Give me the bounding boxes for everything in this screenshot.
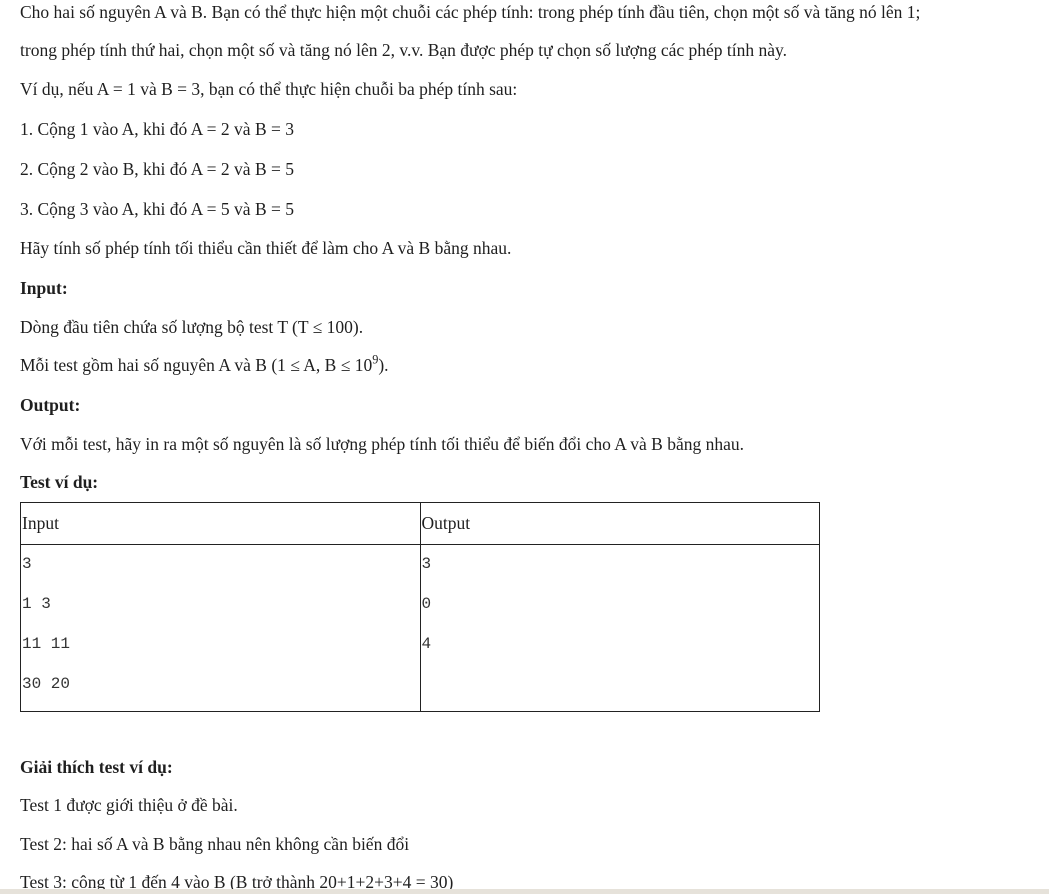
- sample-input-cell: 3 1 3 11 11 30 20: [20, 544, 421, 712]
- explanation-line-2: Test 2: hai số A và B bằng nhau nên khôn…: [20, 834, 410, 854]
- input-line-2: Mỗi test gồm hai số nguyên A và B (1 ≤ A…: [20, 353, 389, 377]
- sample-output-line: 0: [421, 595, 432, 613]
- sample-col-input-header: Input: [20, 502, 421, 545]
- input-line-1: Dòng đầu tiên chứa số lượng bộ test T (T…: [20, 317, 364, 337]
- sample-input-line: 1 3: [22, 595, 51, 613]
- sample-heading: Test ví dụ:: [20, 472, 99, 492]
- explanation-line-1: Test 1 được giới thiệu ở đề bài.: [20, 795, 238, 815]
- step-3: 3. Cộng 3 vào A, khi đó A = 5 và B = 5: [20, 199, 294, 219]
- bottom-scroll-edge: [0, 889, 1049, 894]
- sample-input-line: 30 20: [22, 675, 71, 693]
- output-heading: Output:: [20, 395, 81, 415]
- input-line-2-suffix: ).: [378, 355, 389, 375]
- sample-input-line: 11 11: [22, 635, 71, 653]
- sample-output-line: 4: [421, 635, 432, 653]
- sample-input-line: 3: [22, 555, 32, 573]
- output-line-1: Với mỗi test, hãy in ra một số nguyên là…: [20, 434, 745, 454]
- sample-table-body-row: 3 1 3 11 11 30 20 3 0 4: [20, 544, 820, 712]
- input-heading: Input:: [20, 278, 68, 298]
- sample-col-output-header: Output: [419, 502, 820, 545]
- example-intro: Ví dụ, nếu A = 1 và B = 3, bạn có thể th…: [20, 79, 518, 99]
- intro-line-2: trong phép tính thứ hai, chọn một số và …: [20, 40, 788, 60]
- task-statement: Hãy tính số phép tính tối thiểu cần thiế…: [20, 238, 512, 258]
- sample-output-cell: 3 0 4: [419, 544, 820, 712]
- sample-output-line: 3: [421, 555, 432, 573]
- input-line-2-prefix: Mỗi test gồm hai số nguyên A và B (1 ≤ A…: [20, 355, 373, 375]
- step-2: 2. Cộng 2 vào B, khi đó A = 2 và B = 5: [20, 159, 294, 179]
- intro-line-1: Cho hai số nguyên A và B. Bạn có thể thự…: [20, 2, 921, 22]
- step-1: 1. Cộng 1 vào A, khi đó A = 2 và B = 3: [20, 119, 294, 139]
- sample-table-header-row: Input Output: [20, 502, 820, 545]
- sample-table: Input Output 3 1 3 11 11 30 20 3 0 4: [20, 502, 820, 712]
- explanation-heading: Giải thích test ví dụ:: [20, 757, 173, 777]
